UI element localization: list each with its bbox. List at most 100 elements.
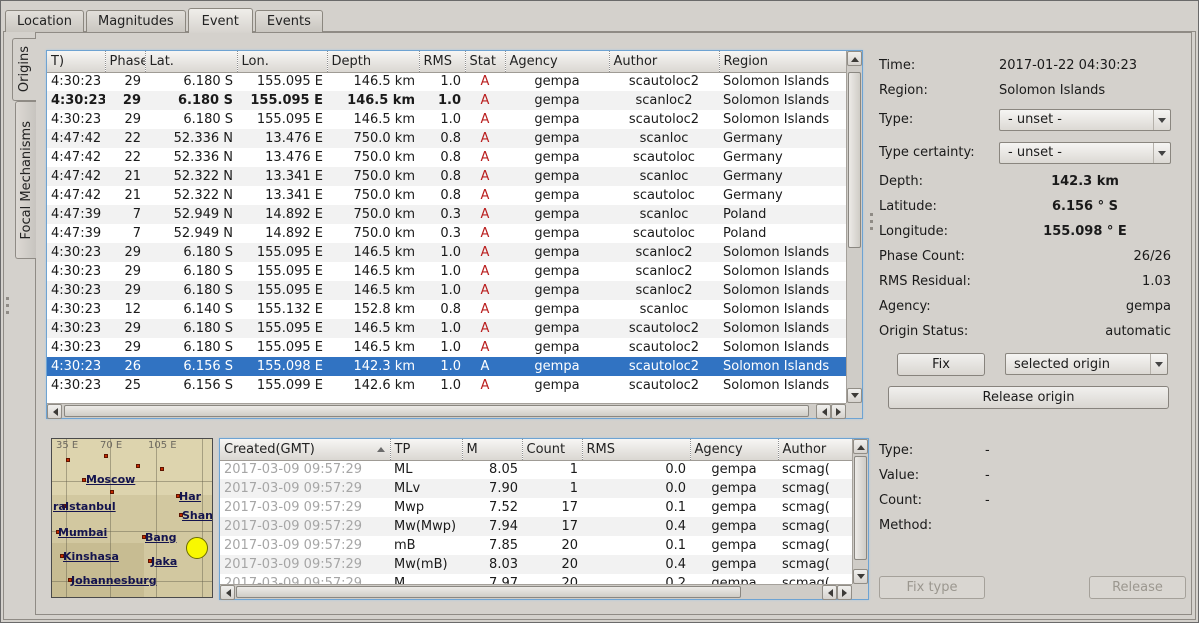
cell-rms[interactable]: 1.0	[419, 376, 465, 395]
cell-phase[interactable]: 29	[105, 72, 145, 91]
cell-tp[interactable]: Mw(mB)	[390, 555, 462, 574]
splitter-handle[interactable]	[870, 213, 873, 233]
cell-lat[interactable]: 6.180 S	[145, 262, 237, 281]
cell-lon[interactable]: 14.892 E	[237, 205, 327, 224]
cell-time[interactable]: 4:47:42	[47, 186, 105, 205]
cell-agency[interactable]: gempa	[505, 129, 609, 148]
cell-tp[interactable]: Mw(Mwp)	[390, 517, 462, 536]
origins-vscrollbar[interactable]	[846, 51, 862, 403]
column-header-rms[interactable]: RMS	[419, 51, 465, 72]
cell-rms[interactable]: 0.0	[582, 479, 690, 498]
cell-depth[interactable]: 750.0 km	[327, 167, 419, 186]
cell-author[interactable]: scautoloc	[609, 148, 719, 167]
cell-stat[interactable]: A	[465, 91, 505, 110]
cell-agency[interactable]: gempa	[505, 243, 609, 262]
cell-agency[interactable]: gempa	[505, 110, 609, 129]
cell-author[interactable]: scmag(	[778, 517, 852, 536]
cell-time[interactable]: 4:47:42	[47, 129, 105, 148]
column-header-lon[interactable]: Lon.	[237, 51, 327, 72]
cell-count[interactable]: 17	[522, 517, 582, 536]
column-header-agency[interactable]: Agency	[690, 439, 778, 460]
cell-stat[interactable]: A	[465, 129, 505, 148]
cell-stat[interactable]: A	[465, 148, 505, 167]
cell-region[interactable]: Solomon Islands	[719, 281, 846, 300]
cell-agency[interactable]: gempa	[690, 498, 778, 517]
cell-author[interactable]: scanloc2	[609, 91, 719, 110]
release-origin-button[interactable]: Release origin	[888, 386, 1169, 409]
cell-rms[interactable]: 1.0	[419, 338, 465, 357]
cell-time[interactable]: 4:47:39	[47, 224, 105, 243]
cell-author[interactable]: scautoloc	[609, 224, 719, 243]
magnitudes-vscrollbar[interactable]	[852, 439, 868, 584]
cell-author[interactable]: scanloc2	[609, 281, 719, 300]
magnitudes-hscrollbar[interactable]	[220, 584, 852, 599]
cell-region[interactable]: Solomon Islands	[719, 357, 846, 376]
cell-tp[interactable]: Mwp	[390, 498, 462, 517]
cell-rms[interactable]: 1.0	[419, 91, 465, 110]
cell-time[interactable]: 4:30:23	[47, 338, 105, 357]
cell-region[interactable]: Germany	[719, 167, 846, 186]
cell-depth[interactable]: 146.5 km	[327, 91, 419, 110]
epicenter-marker[interactable]	[186, 537, 208, 559]
cell-depth[interactable]: 146.5 km	[327, 110, 419, 129]
cell-phase[interactable]: 22	[105, 129, 145, 148]
table-row[interactable]: 4:47:422252.336 N13.476 E750.0 km0.8Agem…	[47, 129, 846, 148]
cell-author[interactable]: scautoloc2	[609, 319, 719, 338]
cell-agency[interactable]: gempa	[690, 555, 778, 574]
table-row[interactable]: 4:30:23296.180 S155.095 E146.5 km1.0Agem…	[47, 281, 846, 300]
cell-count[interactable]: 1	[522, 479, 582, 498]
cell-depth[interactable]: 152.8 km	[327, 300, 419, 319]
cell-region[interactable]: Solomon Islands	[719, 262, 846, 281]
cell-agency[interactable]: gempa	[505, 281, 609, 300]
cell-rms[interactable]: 1.0	[419, 110, 465, 129]
cell-author[interactable]: scanloc2	[609, 243, 719, 262]
cell-lat[interactable]: 6.180 S	[145, 72, 237, 91]
cell-author[interactable]: scautoloc2	[609, 376, 719, 395]
cell-lon[interactable]: 155.095 E	[237, 281, 327, 300]
cell-time[interactable]: 4:47:42	[47, 148, 105, 167]
cell-created[interactable]: 2017-03-09 09:57:29	[220, 460, 390, 479]
cell-lon[interactable]: 155.132 E	[237, 300, 327, 319]
fix-type-button[interactable]: Fix type	[879, 576, 985, 599]
column-header-stat[interactable]: Stat	[465, 51, 505, 72]
cell-phase[interactable]: 7	[105, 205, 145, 224]
cell-rms[interactable]: 0.3	[419, 224, 465, 243]
cell-stat[interactable]: A	[465, 319, 505, 338]
cell-phase[interactable]: 12	[105, 300, 145, 319]
column-header-rms[interactable]: RMS	[582, 439, 690, 460]
scrollbar-thumb[interactable]	[64, 405, 809, 417]
cell-depth[interactable]: 146.5 km	[327, 281, 419, 300]
cell-stat[interactable]: A	[465, 243, 505, 262]
cell-author[interactable]: scanloc2	[609, 262, 719, 281]
cell-lat[interactable]: 6.180 S	[145, 281, 237, 300]
table-row[interactable]: 4:30:23296.180 S155.095 E146.5 km1.0Agem…	[47, 338, 846, 357]
cell-author[interactable]: scmag(	[778, 536, 852, 555]
cell-region[interactable]: Solomon Islands	[719, 376, 846, 395]
cell-m[interactable]: 7.52	[462, 498, 522, 517]
column-header-m[interactable]: M	[462, 439, 522, 460]
column-header-author[interactable]: Author	[778, 439, 852, 460]
scrollbar-track[interactable]	[853, 454, 868, 569]
cell-lat[interactable]: 52.949 N	[145, 224, 237, 243]
cell-stat[interactable]: A	[465, 262, 505, 281]
cell-time[interactable]: 4:30:23	[47, 319, 105, 338]
cell-phase[interactable]: 29	[105, 262, 145, 281]
cell-depth[interactable]: 146.5 km	[327, 262, 419, 281]
cell-region[interactable]: Solomon Islands	[719, 72, 846, 91]
cell-rms[interactable]: 1.0	[419, 243, 465, 262]
scrollbar-thumb[interactable]	[854, 456, 867, 560]
cell-region[interactable]: Germany	[719, 148, 846, 167]
table-row[interactable]: 4:30:23296.180 S155.095 E146.5 km1.0Agem…	[47, 319, 846, 338]
cell-m[interactable]: 8.03	[462, 555, 522, 574]
scroll-down-icon[interactable]	[847, 388, 862, 403]
column-header-count[interactable]: Count	[522, 439, 582, 460]
cell-phase[interactable]: 29	[105, 338, 145, 357]
table-row[interactable]: 2017-03-09 09:57:29Mwp7.52170.1gempascma…	[220, 498, 852, 517]
cell-lat[interactable]: 6.140 S	[145, 300, 237, 319]
cell-lon[interactable]: 155.095 E	[237, 72, 327, 91]
cell-depth[interactable]: 146.5 km	[327, 338, 419, 357]
table-row[interactable]: 4:30:23296.180 S155.095 E146.5 km1.0Agem…	[47, 72, 846, 91]
cell-agency[interactable]: gempa	[690, 479, 778, 498]
table-row[interactable]: 4:47:422252.336 N13.476 E750.0 km0.8Agem…	[47, 148, 846, 167]
cell-agency[interactable]: gempa	[505, 262, 609, 281]
